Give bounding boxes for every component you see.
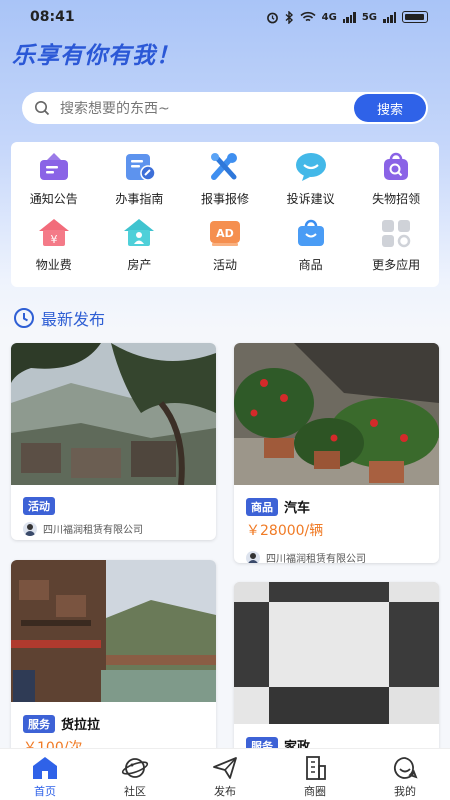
house-person-icon xyxy=(121,216,157,250)
service-goods[interactable]: 商品 xyxy=(268,216,354,282)
post-card[interactable]: 活动 四川福润租赁有限公司 xyxy=(11,343,216,540)
guide-doc-icon xyxy=(121,150,157,184)
publisher: 四川福润租赁有限公司 xyxy=(234,550,439,563)
post-image-flowers xyxy=(234,343,439,485)
post-tag: 商品 xyxy=(246,497,278,516)
planet-icon xyxy=(121,758,149,778)
service-label: 办事指南 xyxy=(115,192,164,206)
post-image-village xyxy=(11,560,216,702)
chat-bubble-icon xyxy=(293,150,329,184)
signal-icon-2 xyxy=(383,11,396,23)
post-title: 货拉拉 xyxy=(61,718,101,733)
ad-badge-icon: AD xyxy=(207,216,243,250)
clock-icon xyxy=(14,308,34,328)
alarm-icon xyxy=(266,12,278,23)
tab-publish[interactable]: 发布 xyxy=(180,749,270,800)
tab-label: 我的 xyxy=(394,785,416,798)
apps-grid-icon xyxy=(378,216,414,250)
tab-business[interactable]: 商圈 xyxy=(270,749,360,800)
tab-label: 商圈 xyxy=(304,785,326,798)
section-latest: 最新发布 xyxy=(13,306,105,330)
tab-label: 发布 xyxy=(214,785,236,798)
publisher: 四川福润租赁有限公司 xyxy=(11,521,216,536)
service-label: 通知公告 xyxy=(29,192,78,206)
tab-community[interactable]: 社区 xyxy=(90,749,180,800)
repair-tools-icon xyxy=(207,150,243,184)
tag-row: 服务 货拉拉 xyxy=(11,714,216,733)
service-label: 失物招领 xyxy=(372,192,421,206)
search-icon xyxy=(35,101,50,116)
status-time: 08:41 xyxy=(30,9,75,25)
bluetooth-icon xyxy=(285,10,293,24)
publisher-name: 四川福润租赁有限公司 xyxy=(266,554,366,563)
signal-icon xyxy=(342,11,356,23)
bottom-tab-bar: 首页 社区 发布 商圈 我的 xyxy=(0,748,450,800)
lost-bag-icon xyxy=(378,150,414,184)
service-label: 更多应用 xyxy=(372,258,421,272)
service-label: 投诉建议 xyxy=(286,192,335,206)
avatar xyxy=(23,521,37,536)
yuan-house-icon: ¥ xyxy=(36,216,72,250)
tab-label: 首页 xyxy=(34,785,56,798)
svg-text:AD: AD xyxy=(216,227,234,240)
post-tag: 活动 xyxy=(23,497,55,515)
search-button[interactable]: 搜索 xyxy=(354,94,426,122)
service-label: 房产 xyxy=(127,258,152,272)
service-activity[interactable]: AD 活动 xyxy=(182,216,268,282)
post-image-town xyxy=(11,343,216,486)
post-card[interactable]: 服务 货拉拉 ￥100/次 xyxy=(11,560,216,760)
home-icon xyxy=(33,757,57,779)
tab-label: 社区 xyxy=(124,785,146,798)
slogan: 乐享有你有我！ xyxy=(12,43,180,69)
post-title: 汽车 xyxy=(284,501,311,516)
post-image-tiles xyxy=(234,582,439,724)
smile-face-icon xyxy=(393,757,418,779)
post-tag: 服务 xyxy=(23,714,55,733)
tab-home[interactable]: 首页 xyxy=(0,749,90,800)
service-property-fee[interactable]: ¥ 物业费 xyxy=(11,216,97,282)
search-input[interactable]: 搜索想要的东西~ xyxy=(60,98,354,118)
service-label: 报事报修 xyxy=(200,192,249,206)
tag-row: 商品 汽车 xyxy=(234,497,439,516)
service-label: 活动 xyxy=(212,258,237,272)
network-label-2: 5G xyxy=(361,11,377,23)
publisher-name: 四川福润租赁有限公司 xyxy=(43,525,143,536)
svg-text:¥: ¥ xyxy=(50,233,57,246)
service-complaint[interactable]: 投诉建议 xyxy=(268,150,354,216)
avatar xyxy=(246,550,260,563)
service-real-estate[interactable]: 房产 xyxy=(97,216,183,282)
status-bar: 08:41 4G 5G xyxy=(0,0,450,34)
service-label: 物业费 xyxy=(35,258,72,272)
service-more-apps[interactable]: 更多应用 xyxy=(353,216,439,282)
tab-mine[interactable]: 我的 xyxy=(360,749,450,800)
paper-plane-icon xyxy=(213,757,237,779)
network-label-1: 4G xyxy=(321,11,337,23)
service-notice[interactable]: 通知公告 xyxy=(11,150,97,216)
building-icon xyxy=(306,756,326,780)
search-bar[interactable]: 搜索想要的东西~ 搜索 xyxy=(22,92,428,124)
post-card[interactable]: 商品 汽车 ￥28000/辆 四川福润租赁有限公司 xyxy=(234,343,439,563)
shopping-bag-icon xyxy=(293,216,329,250)
notice-board-icon xyxy=(36,150,72,184)
post-price: ￥28000/辆 xyxy=(246,523,324,539)
service-grid: 通知公告 办事指南 报事报修 投诉建议 失物招领 ¥ 物业费 房产 AD 活动 … xyxy=(11,142,439,287)
section-title: 最新发布 xyxy=(41,310,106,329)
wifi-icon xyxy=(300,11,316,22)
service-repair[interactable]: 报事报修 xyxy=(182,150,268,216)
tag-row: 活动 xyxy=(11,497,216,515)
battery-icon xyxy=(402,11,428,23)
post-card[interactable]: 服务 家政 xyxy=(234,582,439,762)
service-lost-found[interactable]: 失物招领 xyxy=(353,150,439,216)
service-label: 商品 xyxy=(298,258,323,272)
service-guide[interactable]: 办事指南 xyxy=(97,150,183,216)
status-icons: 4G 5G xyxy=(266,10,428,24)
